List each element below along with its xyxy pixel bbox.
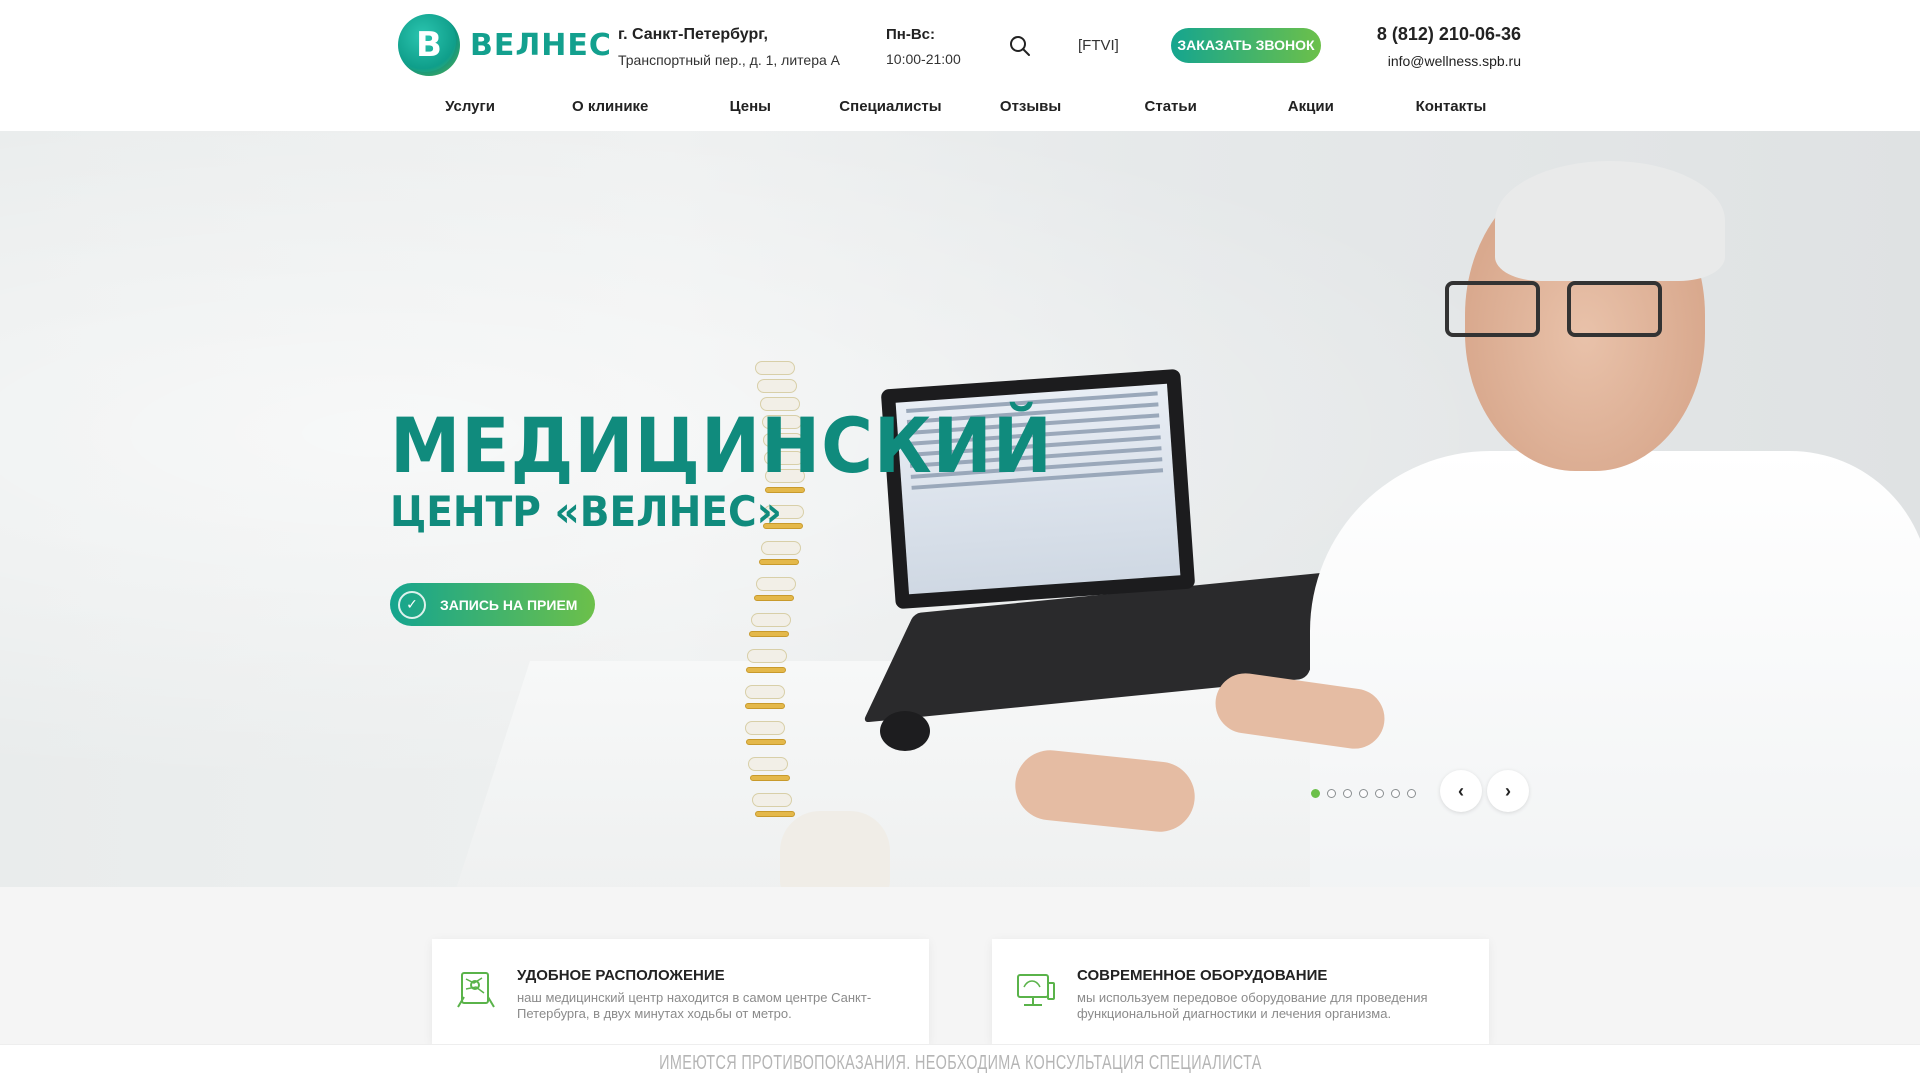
logo-text: ВЕЛНЕС <box>470 27 612 63</box>
disclaimer-text: ИМЕЮТСЯ ПРОТИВОПОКАЗАНИЯ. НЕОБХОДИМА КОН… <box>658 1052 1262 1074</box>
appointment-button[interactable]: ✓ ЗАПИСЬ НА ПРИЕМ <box>390 583 595 626</box>
spine-vertebra <box>752 793 793 807</box>
working-hours: Пн-Вс: 10:00-21:00 <box>886 26 961 67</box>
nav-item-services[interactable]: Услуги <box>400 98 540 122</box>
main-nav: Услуги О клинике Цены Специалисты Отзывы… <box>400 98 1521 122</box>
chevron-left-icon: ‹ <box>1458 780 1464 801</box>
nav-item-prices[interactable]: Цены <box>680 98 820 122</box>
hero-subtitle: ЦЕНТР «ВЕЛНЕС» <box>390 487 782 536</box>
feature-card-location: УДОБНОЕ РАСПОЛОЖЕНИЕ наш медицинский цен… <box>432 939 929 1045</box>
search-icon[interactable] <box>1008 34 1032 58</box>
logo-mark: В <box>398 14 460 76</box>
feature-title: СОВРЕМЕННОЕ ОБОРУДОВАНИЕ <box>1077 967 1328 984</box>
feature-text: наш медицинский центр находится в самом … <box>517 990 872 1021</box>
working-days: Пн-Вс: <box>886 26 936 43</box>
doctor-coat-image <box>1310 451 1920 887</box>
hero-title: МЕДИЦИНСКИЙ <box>390 401 1053 490</box>
nav-item-specialists[interactable]: Специалисты <box>820 98 960 122</box>
contact-block: 8 (812) 210-06-36 info@wellness.spb.ru <box>1377 24 1521 69</box>
spine-vertebra <box>757 379 798 393</box>
spine-disc <box>746 739 787 745</box>
spine-vertebra <box>756 577 797 591</box>
address-street: Транспортный пер., д. 1, литера А <box>618 52 840 68</box>
slider-dot[interactable] <box>1359 789 1368 798</box>
spine-disc <box>754 811 795 817</box>
feature-title: УДОБНОЕ РАСПОЛОЖЕНИЕ <box>517 967 725 984</box>
slider-dot[interactable] <box>1343 789 1352 798</box>
equipment-monitor-icon <box>1014 969 1058 1013</box>
slider-dot[interactable] <box>1327 789 1336 798</box>
spine-disc <box>745 703 785 709</box>
spine-vertebra <box>745 721 786 735</box>
glasses-image <box>1445 281 1685 341</box>
phone-link[interactable]: 8 (812) 210-06-36 <box>1377 24 1521 45</box>
spine-vertebra <box>745 685 786 699</box>
chevron-right-icon: › <box>1505 780 1511 801</box>
location-map-icon <box>454 969 498 1013</box>
spine-vertebra <box>747 649 788 663</box>
language-switch[interactable]: [FTVI] <box>1078 37 1119 54</box>
address-city: г. Санкт-Петербург, <box>618 26 768 43</box>
logo[interactable]: В ВЕЛНЕС <box>398 14 612 76</box>
check-icon: ✓ <box>398 590 426 619</box>
site-header: В ВЕЛНЕС г. Санкт-Петербург, Транспортны… <box>0 0 1920 131</box>
nav-item-reviews[interactable]: Отзывы <box>961 98 1101 122</box>
doctor-hair-image <box>1495 161 1725 281</box>
nav-item-promotions[interactable]: Акции <box>1241 98 1381 122</box>
nav-item-articles[interactable]: Статьи <box>1101 98 1241 122</box>
nav-item-about[interactable]: О клинике <box>540 98 680 122</box>
spine-vertebra <box>755 361 795 375</box>
spine-disc <box>749 631 790 637</box>
mouse-image <box>880 711 930 751</box>
spine-vertebra <box>751 613 792 627</box>
hero-slider: МЕДИЦИНСКИЙ ЦЕНТР «ВЕЛНЕС» ✓ ЗАПИСЬ НА П… <box>0 131 1920 887</box>
spine-disc <box>749 775 790 781</box>
email-link[interactable]: info@wellness.spb.ru <box>1377 53 1521 69</box>
slider-dot[interactable] <box>1311 789 1320 798</box>
slider-dot[interactable] <box>1407 789 1416 798</box>
callback-button[interactable]: ЗАКАЗАТЬ ЗВОНОК <box>1171 28 1321 63</box>
slider-prev-button[interactable]: ‹ <box>1440 770 1482 812</box>
feature-card-equipment: СОВРЕМЕННОЕ ОБОРУДОВАНИЕ мы используем п… <box>992 939 1489 1045</box>
spine-vertebra <box>760 541 801 555</box>
slider-dot[interactable] <box>1391 789 1400 798</box>
working-time: 10:00-21:00 <box>886 51 961 67</box>
spine-disc <box>753 595 794 601</box>
spine-disc <box>746 667 787 673</box>
feature-text: мы используем передовое оборудование для… <box>1077 990 1428 1021</box>
disclaimer-bar: ИМЕЮТСЯ ПРОТИВОПОКАЗАНИЯ. НЕОБХОДИМА КОН… <box>0 1044 1920 1080</box>
slider-dots <box>1311 789 1423 798</box>
pelvis-model-image <box>780 811 890 887</box>
slider-next-button[interactable]: › <box>1487 770 1529 812</box>
nav-item-contacts[interactable]: Контакты <box>1381 98 1521 122</box>
address-block: г. Санкт-Петербург, Транспортный пер., д… <box>618 26 840 68</box>
appointment-label: ЗАПИСЬ НА ПРИЕМ <box>440 596 578 613</box>
spine-vertebra <box>747 757 788 771</box>
spine-disc <box>758 559 799 565</box>
slider-dot[interactable] <box>1375 789 1384 798</box>
